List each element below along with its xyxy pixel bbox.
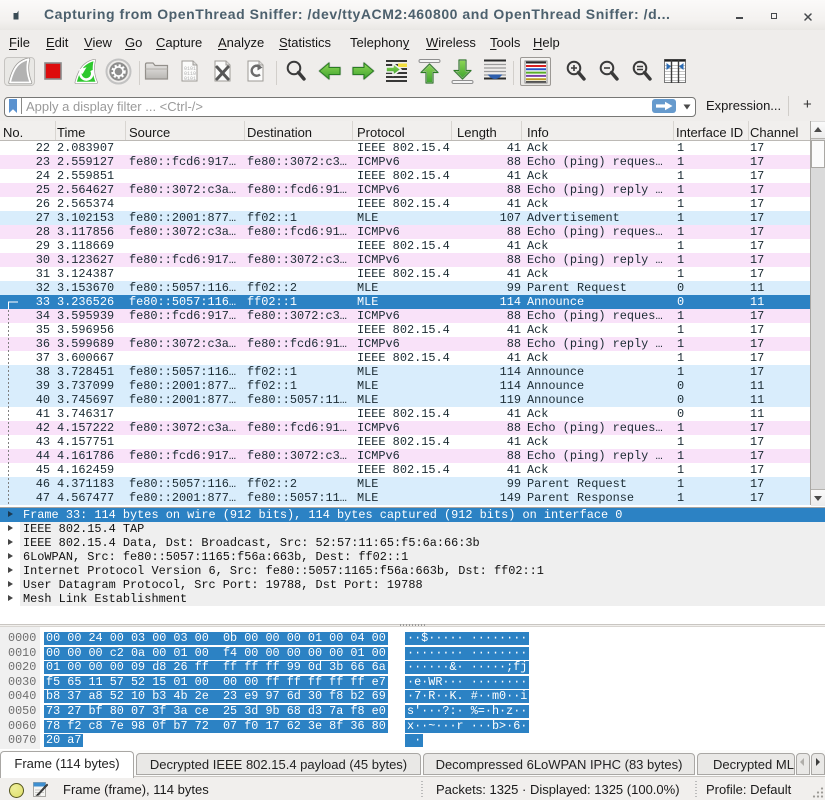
svg-text:0101: 0101 (184, 76, 196, 82)
